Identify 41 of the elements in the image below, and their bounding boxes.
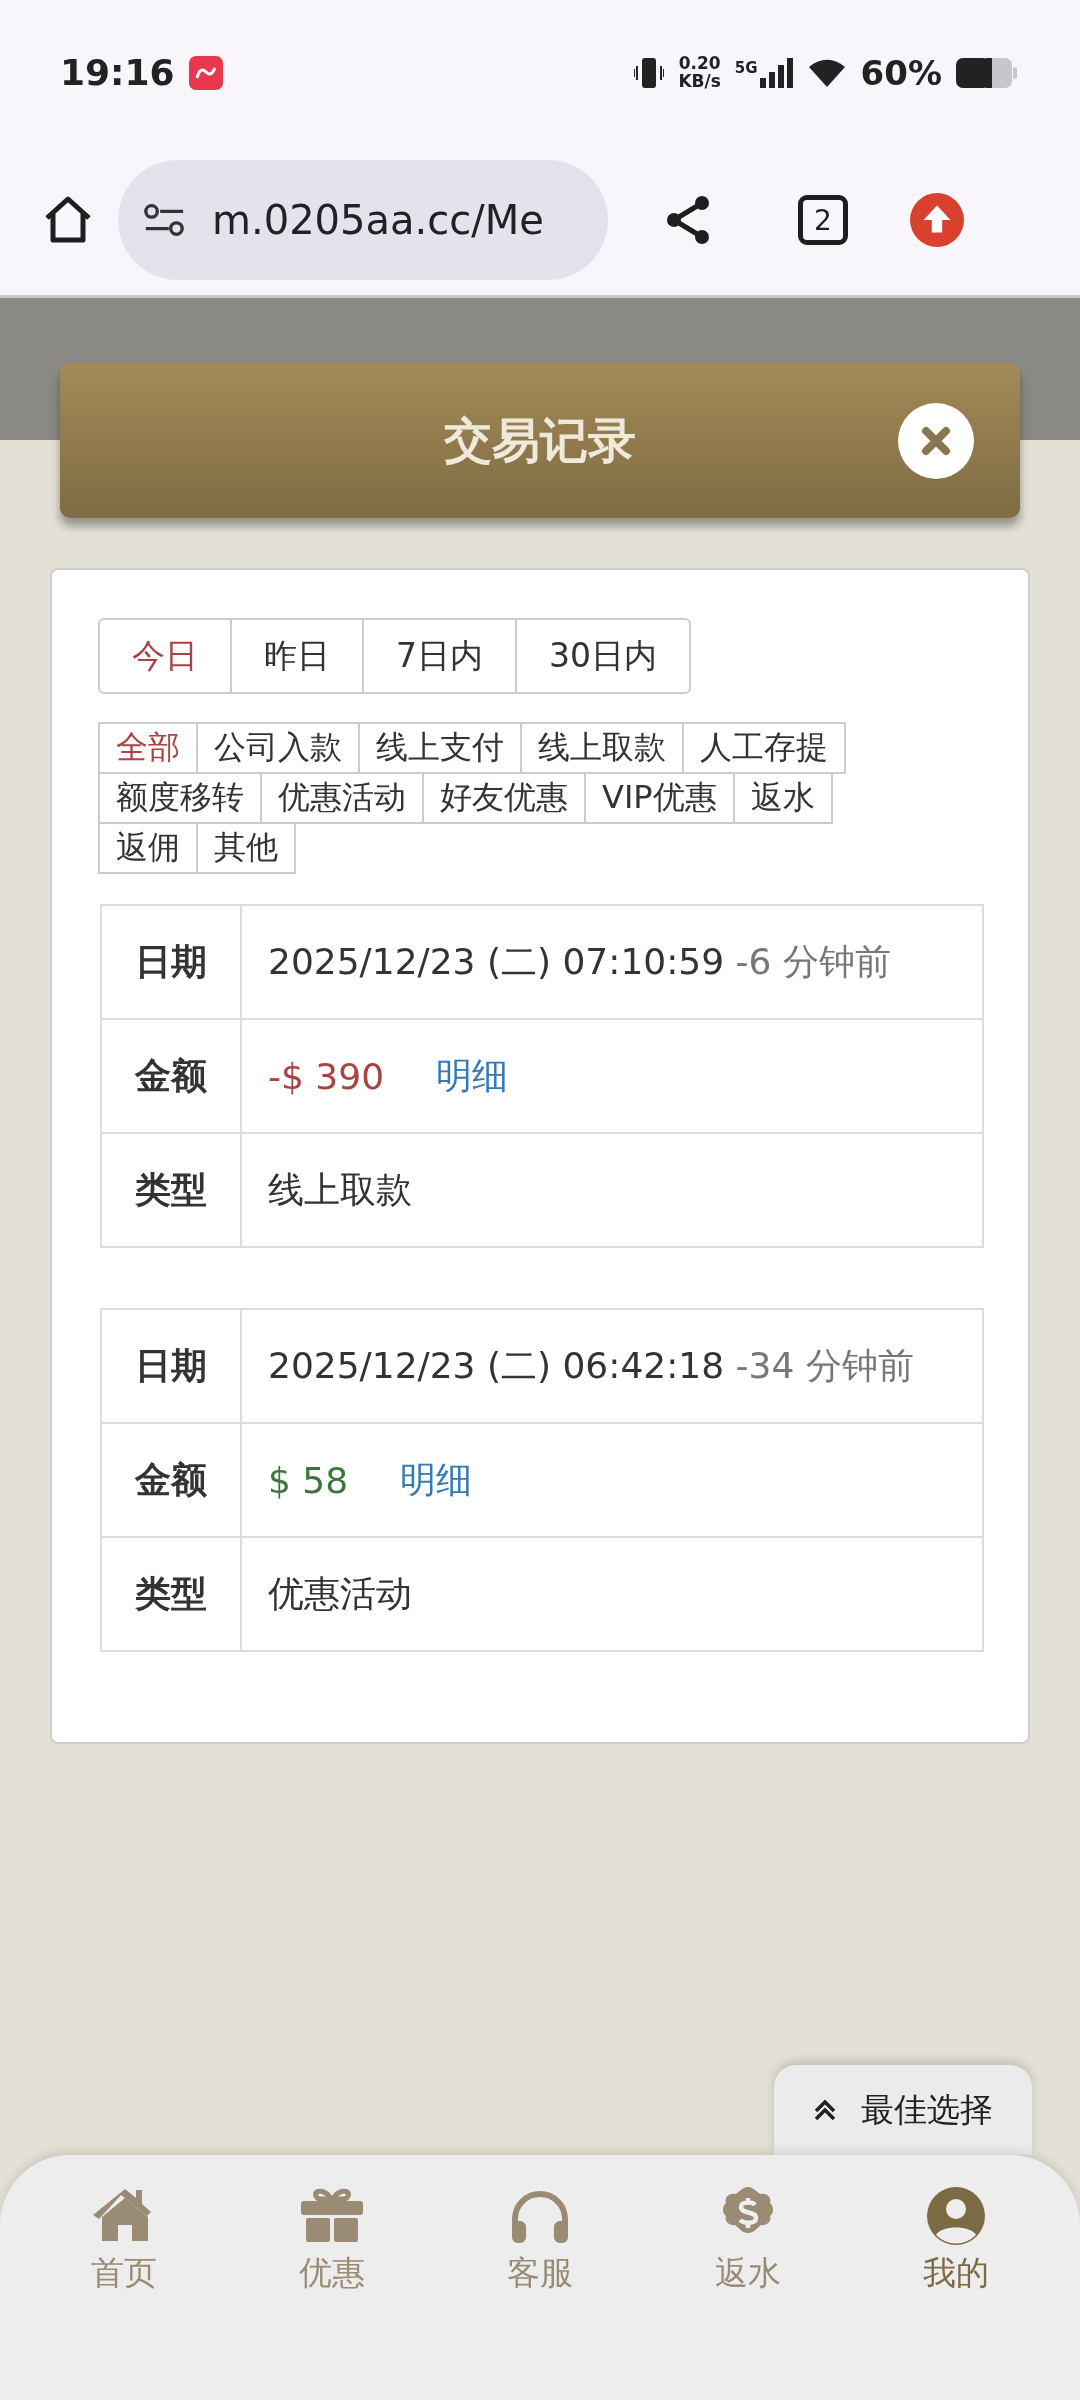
update-button[interactable] bbox=[910, 193, 964, 247]
record-datetime: 2025/12/23 (二) 06:42:18 -34 分钟前 bbox=[268, 1344, 914, 1386]
record-datetime: 2025/12/23 (二) 07:10:59 -6 分钟前 bbox=[268, 940, 891, 982]
amount-value: -$ 390 bbox=[268, 1055, 385, 1097]
amount-value: $ 58 bbox=[268, 1459, 349, 1501]
row-label: 日期 bbox=[101, 905, 241, 1019]
battery-percent: 60% bbox=[860, 52, 942, 93]
site-settings-icon bbox=[142, 203, 186, 237]
signal-icon bbox=[759, 57, 793, 88]
date-tab[interactable]: 今日 bbox=[100, 620, 230, 692]
category-tab[interactable]: 其他 bbox=[196, 822, 296, 874]
network-speed-unit: KB/s bbox=[678, 72, 721, 91]
detail-link[interactable]: 明细 bbox=[400, 1455, 473, 1505]
category-tab[interactable]: 全部 bbox=[98, 722, 198, 774]
best-choice-button[interactable]: 最佳选择 bbox=[774, 2065, 1032, 2155]
record-type: 线上取款 bbox=[268, 1168, 412, 1210]
battery-icon bbox=[956, 57, 1018, 88]
nav-tab[interactable]: 我的 bbox=[921, 2185, 991, 2296]
date-tab[interactable]: 30日内 bbox=[515, 620, 689, 692]
detail-link[interactable]: 明细 bbox=[436, 1051, 509, 1101]
row-label: 类型 bbox=[101, 1537, 241, 1651]
vibrate-icon bbox=[634, 55, 665, 90]
date-tab[interactable]: 昨日 bbox=[230, 620, 362, 692]
date-tab[interactable]: 7日内 bbox=[362, 620, 515, 692]
tab-count-button[interactable]: 2 bbox=[798, 195, 848, 245]
address-bar[interactable]: m.0205aa.cc/Me bbox=[118, 160, 608, 280]
record-type: 优惠活动 bbox=[268, 1572, 412, 1614]
clock-time: 19:16 bbox=[60, 52, 175, 93]
url-text: m.0205aa.cc/Me bbox=[212, 197, 544, 243]
dialog-title: 交易记录 bbox=[444, 410, 636, 470]
network-type: 5G bbox=[734, 58, 758, 77]
category-tab[interactable]: 人工存提 bbox=[682, 722, 846, 774]
category-tab[interactable]: 返佣 bbox=[98, 822, 198, 874]
network-speed: 0.20 bbox=[678, 54, 721, 73]
chevron-up-icon bbox=[813, 2097, 837, 2123]
row-label: 金额 bbox=[101, 1019, 241, 1133]
row-label: 金额 bbox=[101, 1423, 241, 1537]
row-label: 日期 bbox=[101, 1309, 241, 1423]
app-notification-icon bbox=[188, 55, 223, 90]
row-label: 类型 bbox=[101, 1133, 241, 1247]
category-tab[interactable]: 返水 bbox=[732, 772, 833, 824]
